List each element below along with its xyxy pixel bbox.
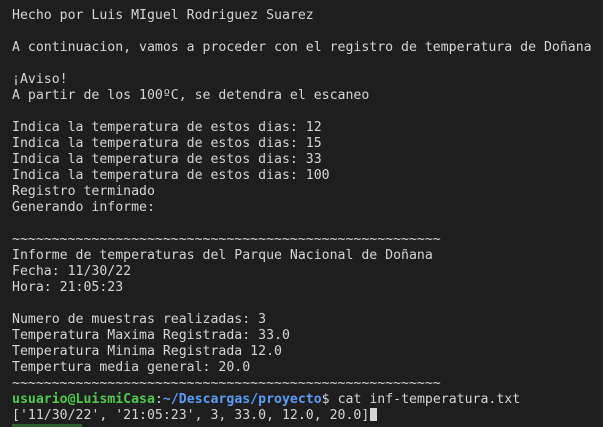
report-mean-temp: Tempertura media general: 20.0 xyxy=(12,360,251,375)
report-time: Hora: 21:05:23 xyxy=(12,280,124,295)
generating-report-line: Generando informe: xyxy=(12,200,155,215)
shell-prompt-line: usuario@LuismiCasa:~/Descargas/proyecto$… xyxy=(12,392,520,408)
prompt-colon: : xyxy=(154,392,163,407)
temperature-input-line: Indica la temperatura de estos dias: 100 xyxy=(12,168,330,183)
author-line: Hecho por Luis MIguel Rodriguez Suarez xyxy=(12,8,314,23)
text-cursor[interactable] xyxy=(370,408,378,421)
terminal-window[interactable]: Hecho por Luis MIguel Rodriguez Suarez A… xyxy=(0,0,603,427)
report-max-temp: Temperatura Maxima Registrada: 33.0 xyxy=(12,328,290,343)
file-output-line: ['11/30/22', '21:05:23', 3, 33.0, 12.0, … xyxy=(12,408,378,424)
prompt-path: ~/Descargas/proyecto xyxy=(162,392,322,407)
temperature-input-line: Indica la temperatura de estos dias: 33 xyxy=(12,152,322,167)
temperature-input-line: Indica la temperatura de estos dias: 15 xyxy=(12,136,322,151)
report-sample-count: Numero de muestras realizadas: 3 xyxy=(12,312,267,327)
warning-heading: ¡Aviso! xyxy=(12,72,68,87)
file-output-text: ['11/30/22', '21:05:23', 3, 33.0, 12.0, … xyxy=(12,408,370,423)
prompt-user-host: usuario@LuismiCasa xyxy=(12,392,155,407)
warning-detail: A partir de los 100ºC, se detendra el es… xyxy=(12,88,370,103)
report-date: Fecha: 11/30/22 xyxy=(12,264,132,279)
shell-command: cat inf-temperatura.txt xyxy=(329,392,521,407)
report-separator-bottom: ~~~~~~~~~~~~~~~~~~~~~~~~~~~~~~~~~~~~~~~~… xyxy=(12,376,441,391)
report-title: Informe de temperaturas del Parque Nacio… xyxy=(12,248,433,263)
prompt-dollar: $ xyxy=(321,392,330,407)
report-min-temp: Temperatura Minima Registrada 12.0 xyxy=(12,344,282,359)
temperature-input-line: Indica la temperatura de estos dias: 12 xyxy=(12,120,322,135)
report-separator-top: ~~~~~~~~~~~~~~~~~~~~~~~~~~~~~~~~~~~~~~~~… xyxy=(12,232,441,247)
intro-line: A continuacion, vamos a proceder con el … xyxy=(12,40,592,55)
registry-finished-line: Registro terminado xyxy=(12,184,155,199)
